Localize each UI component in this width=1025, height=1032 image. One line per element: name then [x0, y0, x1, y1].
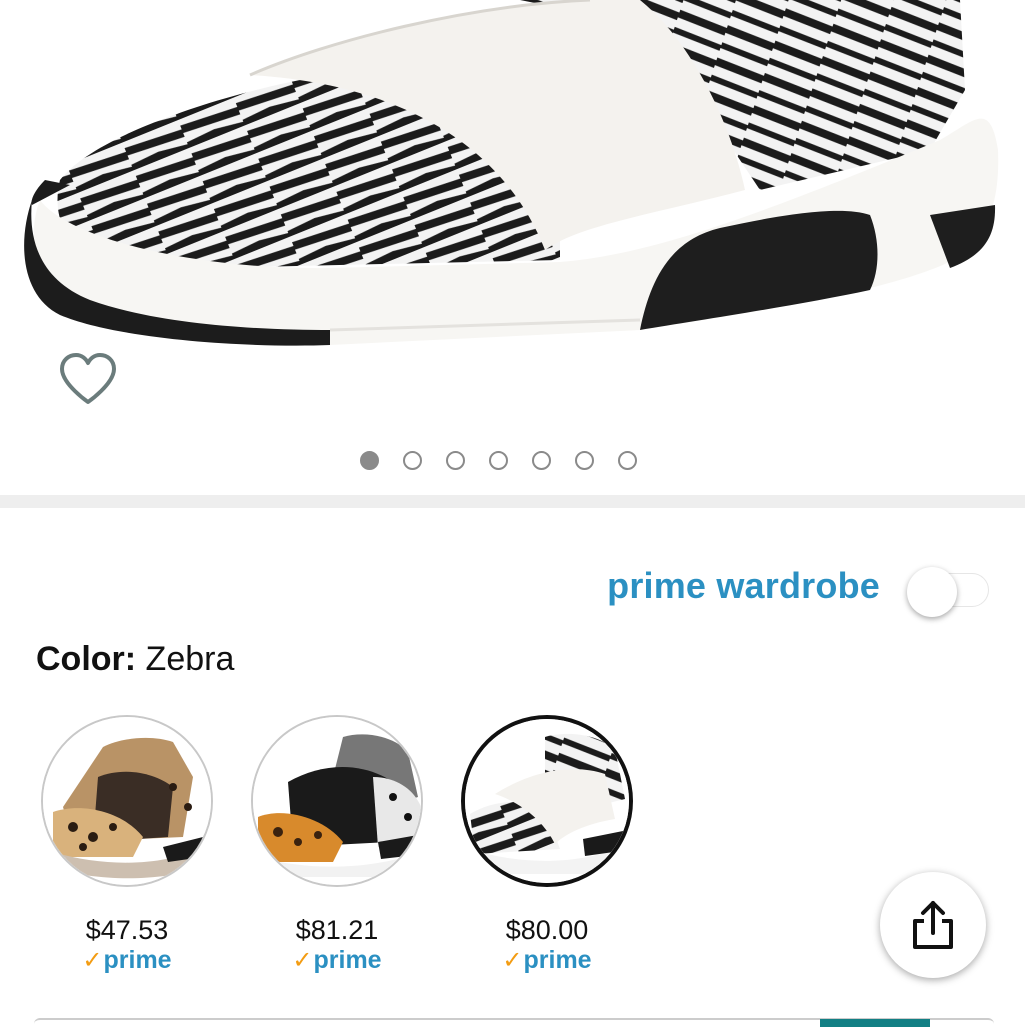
- prime-wardrobe-label: prime wardrobe: [607, 565, 880, 606]
- share-icon: [913, 901, 953, 949]
- color-swatch-leopard[interactable]: $47.53 ✓ prime: [41, 715, 213, 975]
- bottom-accent-bar: [820, 1019, 930, 1027]
- prime-badge: ✓ prime: [41, 946, 213, 975]
- swatch-image[interactable]: [251, 715, 423, 887]
- prime-badge: ✓ prime: [461, 946, 633, 975]
- swatch-image[interactable]: [461, 715, 633, 887]
- prime-check-icon: ✓: [502, 947, 523, 974]
- carousel-dot[interactable]: [575, 451, 594, 470]
- prime-label: prime: [103, 946, 172, 974]
- prime-label: prime: [523, 946, 592, 974]
- prime-check-icon: ✓: [292, 947, 313, 974]
- carousel-indicator: [360, 451, 637, 475]
- carousel-dot[interactable]: [446, 451, 465, 470]
- color-swatch-cheetah[interactable]: $81.21 ✓ prime: [251, 715, 423, 975]
- prime-label: prime: [313, 946, 382, 974]
- product-image-carousel[interactable]: [0, 0, 1025, 495]
- toggle-knob: [907, 567, 957, 617]
- carousel-dot-active[interactable]: [360, 451, 379, 470]
- color-swatch-zebra[interactable]: $80.00 ✓ prime: [461, 715, 633, 975]
- prime-badge: ✓ prime: [251, 946, 423, 975]
- carousel-dot[interactable]: [489, 451, 508, 470]
- carousel-dot[interactable]: [532, 451, 551, 470]
- swatch-image[interactable]: [41, 715, 213, 887]
- swatch-price: $81.21: [295, 915, 379, 945]
- carousel-dot[interactable]: [618, 451, 637, 470]
- prime-wardrobe-toggle[interactable]: [907, 565, 991, 617]
- heart-outline-icon[interactable]: [58, 352, 118, 408]
- swatch-price: $80.00: [505, 915, 589, 945]
- color-label: Color:: [36, 640, 137, 678]
- carousel-dot[interactable]: [403, 451, 422, 470]
- color-selection: Color: Zebra: [36, 640, 234, 679]
- section-divider: [0, 495, 1025, 508]
- share-button[interactable]: [880, 872, 986, 978]
- color-value: Zebra: [145, 640, 235, 678]
- prime-check-icon: ✓: [82, 947, 103, 974]
- swatch-price: $47.53: [85, 915, 169, 945]
- product-image[interactable]: [0, 0, 1025, 495]
